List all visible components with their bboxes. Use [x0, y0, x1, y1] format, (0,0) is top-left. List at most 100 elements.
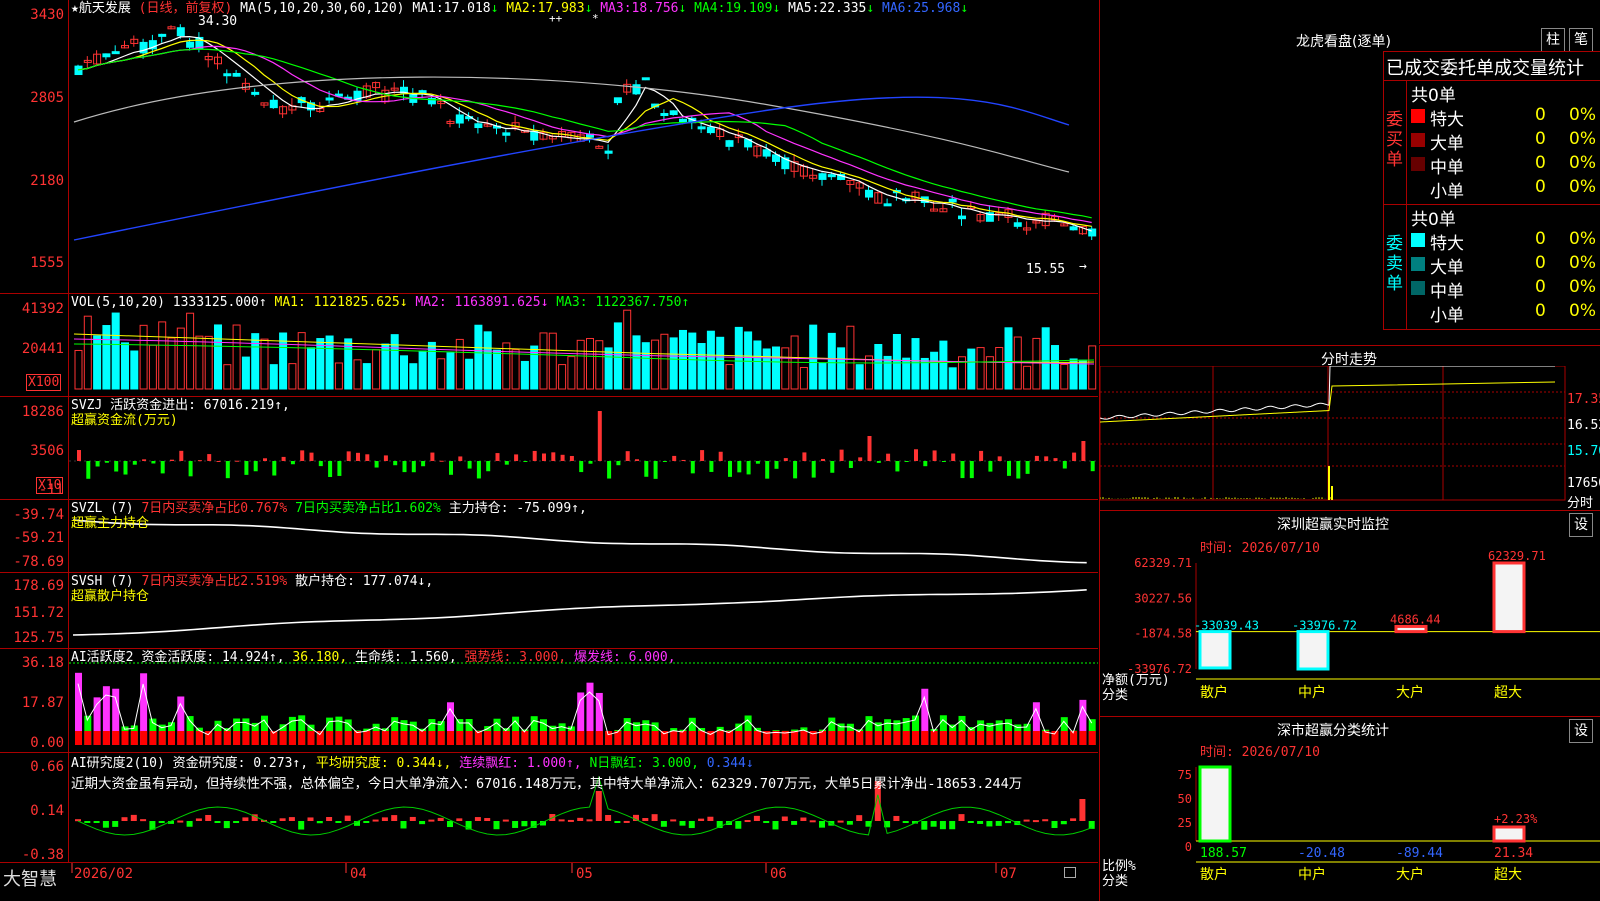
activity-base: [93, 731, 101, 745]
flow-bar: [523, 461, 528, 462]
volume-bar: [762, 348, 771, 390]
stats-chart[interactable]: 75 50 25 0 +2.23% 188.57 散户 -20.48 中户 -89.44 大户 21.…: [1100, 717, 1600, 901]
activity-base: [112, 731, 120, 745]
axis-label: 50: [1178, 792, 1192, 806]
activity-base: [363, 731, 371, 745]
axis-label: -39.74: [13, 507, 64, 523]
activity-base: [846, 731, 854, 745]
research-bar: [130, 814, 137, 821]
candle-body: [827, 174, 836, 178]
flow-bar: [914, 449, 918, 461]
flow-bar: [486, 461, 491, 472]
axis-label: 41392: [21, 301, 64, 317]
activity-base: [102, 731, 110, 745]
research-bar: [512, 821, 519, 828]
research-bar: [688, 821, 695, 829]
sell-row-label: 特大: [1430, 234, 1464, 254]
flow-bar: [979, 450, 984, 461]
activity-base: [819, 731, 826, 745]
research-bar: [195, 818, 202, 821]
volume-bar: [716, 336, 725, 390]
flow-bar: [495, 453, 500, 461]
volume-bar: [772, 346, 780, 390]
flow-bar: [1053, 458, 1058, 461]
volume-bar: [130, 350, 139, 390]
ai-activity-panel[interactable]: 36.18 17.87 0.00 AI活跃度2 资金活跃度: 14.924↑, …: [0, 649, 1098, 753]
bar-value-label: -33976.72: [1292, 619, 1357, 633]
candle-body: [958, 215, 966, 220]
axis-label: 178.69: [13, 578, 64, 594]
research-bar: [605, 814, 612, 821]
volume-bar: [660, 333, 669, 390]
volume-bar: [1041, 327, 1050, 390]
ma2-value: 17.983: [537, 1, 585, 16]
flow-bar: [839, 449, 844, 461]
candle-body: [251, 91, 260, 95]
ai1-lifeline: 生命线: 1.560,: [355, 650, 457, 665]
volume-bar: [139, 324, 148, 390]
flow-bar: [328, 461, 333, 477]
activity-base: [828, 731, 836, 745]
ai-research-panel[interactable]: 0.66 0.14 -0.38 AI研究度2(10) 资金研究度: 0.273↑…: [0, 753, 1098, 863]
flow-bar: [1025, 461, 1030, 474]
monitor-panel[interactable]: 深圳超赢实时监控 设 时间: 2026/07/10 62329.71 30227.…: [1099, 510, 1600, 716]
ma3-arrow: ↓: [678, 1, 687, 16]
flow-bar: [616, 461, 621, 466]
kline-panel[interactable]: 3430 2805 2180 1555 → ++ * ★航天发展 (日线，前复权) …: [0, 0, 1098, 294]
research-bar: [428, 819, 435, 822]
svzl-axis: -39.74 -59.21 -78.69: [0, 500, 69, 572]
research-bar: [902, 821, 909, 823]
volume-unit: X100: [26, 374, 62, 391]
vol-ma3: MA3: 1122367.750↑: [556, 295, 690, 310]
buy-row-count: 0: [1535, 177, 1546, 197]
axis-label: 20441: [21, 341, 64, 357]
buy-row-label: 小单: [1430, 182, 1464, 202]
monitor-chart[interactable]: 62329.71 30227.56 -1874.58 -33976.72 -33039.…: [1100, 511, 1600, 716]
order-panel[interactable]: 龙虎看盘(逐单) 柱 笔 已成交委托单成交量统计 委买单 委卖单 共0单 共0单…: [1099, 0, 1600, 344]
svzl-header: SVZL (7) 7日内买卖净占比0.767% 7日内买卖净占比1.602% 主…: [71, 501, 587, 531]
flow-bar: [467, 461, 472, 469]
volume-bar: [334, 362, 343, 390]
volume-bar: [734, 326, 743, 390]
research-bar: [493, 821, 500, 830]
intraday-chart[interactable]: [1100, 366, 1600, 510]
kline-chart[interactable]: →++ *: [69, 0, 1098, 293]
candle-body: [455, 114, 464, 124]
volume-panel[interactable]: 41392 20441 X100 VOL(5,10,20) 1333125.00…: [0, 294, 1098, 397]
research-bar: [856, 815, 863, 821]
bar-mode-button[interactable]: 柱: [1541, 28, 1565, 52]
percent-label: +2.23%: [1494, 812, 1538, 826]
volume-axis: 41392 20441 X100: [0, 294, 69, 396]
flow-bar: [672, 455, 677, 461]
category-label: 中户: [1298, 684, 1326, 701]
activity-base: [288, 731, 296, 745]
research-bar: [995, 821, 1002, 826]
vol-ma2: MA2: 1163891.625↓: [415, 295, 549, 310]
volume-bar: [641, 342, 650, 390]
volume-bar: [753, 340, 762, 390]
volume-bar: [418, 350, 427, 390]
research-bar: [307, 817, 314, 821]
svzl-panel[interactable]: -39.74 -59.21 -78.69 SVZL (7) 7日内买卖净占比0.…: [0, 500, 1098, 573]
intraday-panel[interactable]: 分时走势 17.35 16.52 15.70 17650 分时: [1099, 345, 1600, 511]
flow-bar: [309, 452, 314, 461]
activity-base: [307, 731, 315, 745]
research-bar: [102, 821, 109, 828]
bar-value-label: 4686.44: [1390, 612, 1441, 626]
stock-name[interactable]: ★航天发展: [71, 1, 131, 16]
research-bar: [763, 821, 770, 824]
ma4-label: MA4:: [694, 1, 726, 16]
flow-bar: [95, 461, 100, 467]
monitor-xlabel: 分类: [1102, 688, 1129, 703]
volume-bar: [651, 339, 660, 390]
axis-label: 0.14: [30, 803, 64, 819]
research-bar: [121, 817, 128, 821]
svzj-panel[interactable]: 18286 3506 -11 X10 SVZJ 活跃资金进出: 67016.21…: [0, 397, 1098, 500]
stats-panel[interactable]: 深市超赢分类统计 设 时间: 2026/07/10 75 50 25 0 +2.23% 1…: [1099, 716, 1600, 901]
ma6-value: 25.968: [913, 1, 961, 16]
activity-base: [753, 731, 761, 745]
svsh-panel[interactable]: 178.69 151.72 125.75 SVSH (7) 7日内买卖净占比2.…: [0, 573, 1098, 649]
axis-label: 16.52: [1567, 418, 1600, 433]
sell-total: 共0单: [1411, 210, 1456, 230]
tick-mode-button[interactable]: 笔: [1569, 28, 1593, 52]
